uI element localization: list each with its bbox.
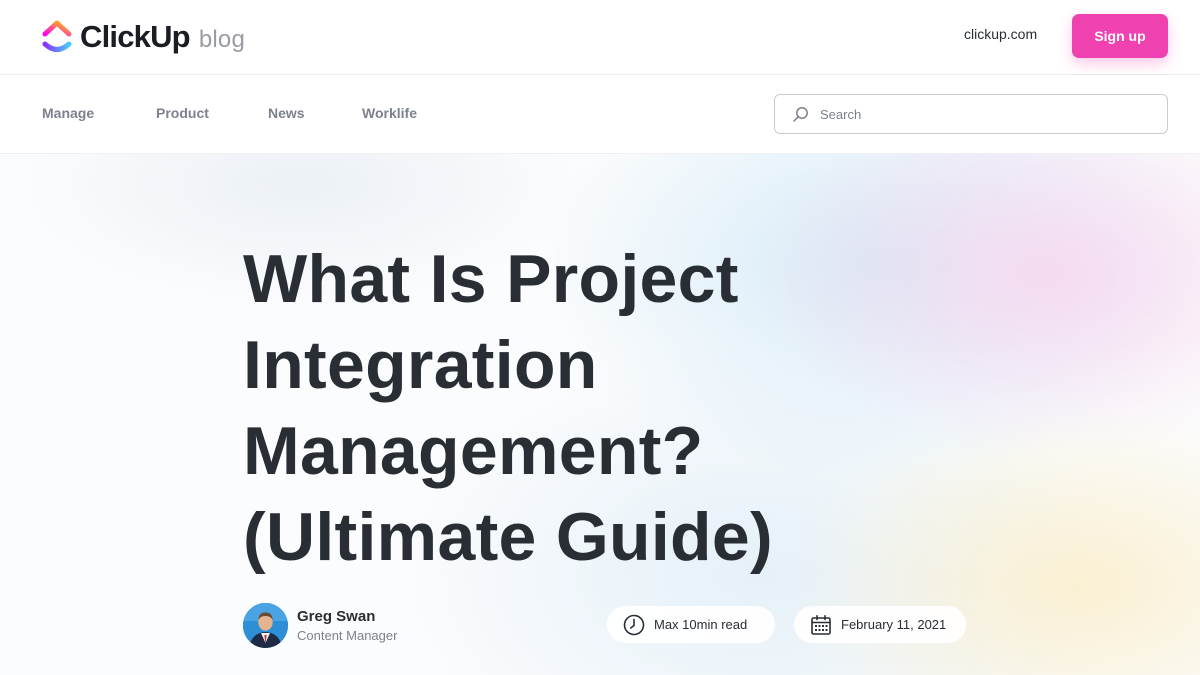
clickup-logo-icon <box>42 20 72 52</box>
author-name[interactable]: Greg Swan <box>297 607 397 627</box>
search-icon <box>793 106 808 122</box>
logo-wordmark: ClickUp <box>80 19 191 54</box>
article-hero: What Is Project Integration Management? … <box>0 154 1200 675</box>
author-block[interactable]: Greg Swan Content Manager <box>243 602 397 648</box>
clock-icon <box>623 614 645 635</box>
read-time-badge: Max 10min read <box>607 606 775 643</box>
logo-blog-suffix: blog <box>198 26 246 53</box>
sign-up-button[interactable]: Sign up <box>1072 14 1168 58</box>
author-role: Content Manager <box>297 627 398 643</box>
avatar-person-icon <box>243 602 288 648</box>
read-time-text: Max 10min read <box>654 617 748 632</box>
article-title: What Is Project Integration Management? … <box>243 236 863 580</box>
author-avatar <box>243 602 288 648</box>
article-title-line: Integration <box>243 327 598 403</box>
article-title-line: Management? <box>243 413 704 489</box>
category-nav: Manage Product News Worklife <box>0 75 1200 154</box>
clickup-blog-logo[interactable]: ClickUp blog <box>42 18 245 56</box>
search-input[interactable] <box>820 106 1140 122</box>
top-header: ClickUp blog clickup.com Sign up <box>0 0 1200 75</box>
publish-date-text: February 11, 2021 <box>841 617 947 632</box>
calendar-icon <box>811 614 831 635</box>
nav-item-news[interactable]: News <box>268 105 305 121</box>
article-title-line: What Is Project <box>243 241 739 317</box>
article-title-line: (Ultimate Guide) <box>243 499 773 575</box>
nav-item-product[interactable]: Product <box>156 105 209 121</box>
clickup-site-link[interactable]: clickup.com <box>964 26 1037 42</box>
nav-item-manage[interactable]: Manage <box>42 105 94 121</box>
search-box[interactable] <box>774 94 1168 134</box>
nav-item-worklife[interactable]: Worklife <box>362 105 417 121</box>
publish-date-badge: February 11, 2021 <box>794 606 966 643</box>
blog-page: ClickUp blog clickup.com Sign up Manage … <box>0 0 1200 675</box>
author-info: Greg Swan Content Manager <box>297 607 397 644</box>
